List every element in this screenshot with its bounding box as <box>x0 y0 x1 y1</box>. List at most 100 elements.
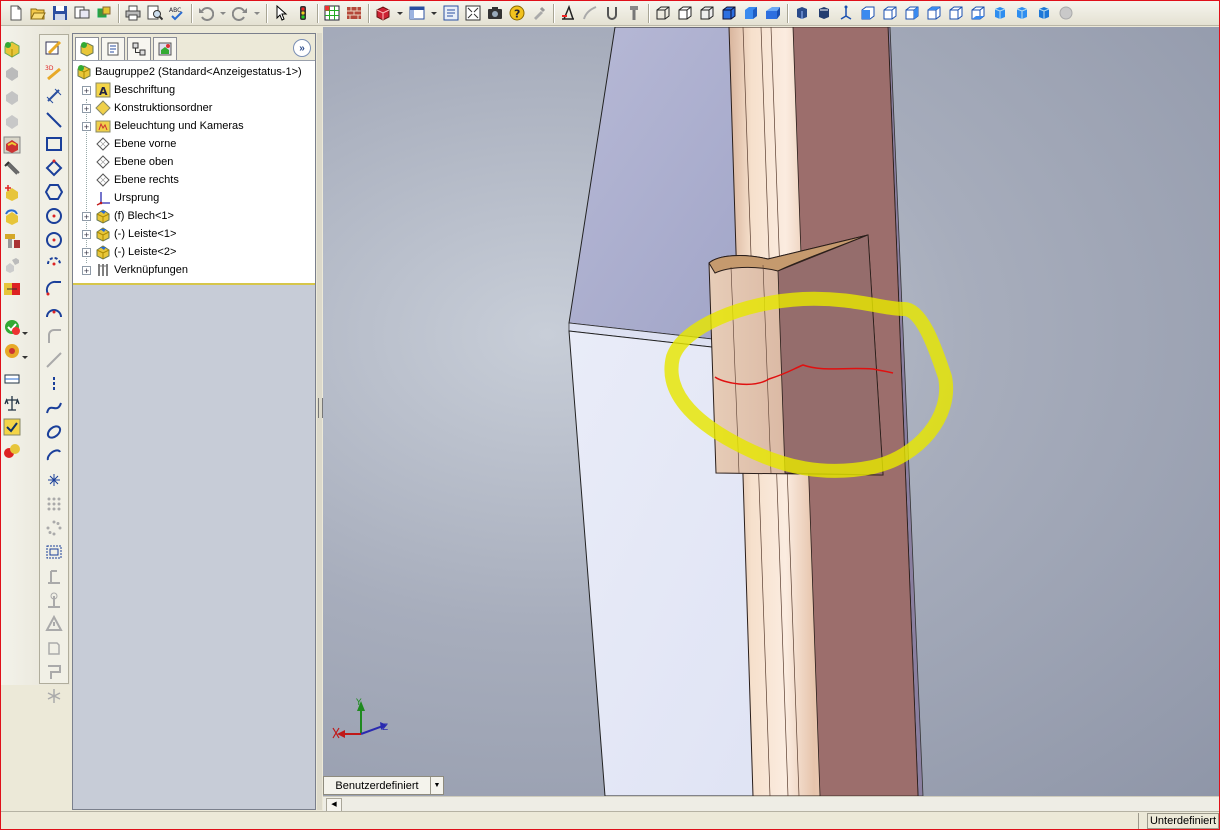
propertymanager-tab[interactable] <box>101 37 125 60</box>
view-right-icon[interactable] <box>924 3 944 23</box>
perimeter-circle-icon[interactable] <box>45 231 63 249</box>
centerpoint-arc-icon[interactable] <box>45 255 63 273</box>
view-front-icon[interactable] <box>858 3 878 23</box>
ellipse-icon[interactable] <box>45 423 63 441</box>
tree-item[interactable]: Ebene rechts <box>82 171 179 189</box>
view-cube-1-icon[interactable] <box>792 3 812 23</box>
tree-item[interactable]: + (f) Blech<1> <box>82 207 174 225</box>
interference-dropdown-icon[interactable] <box>21 324 29 342</box>
scroll-left-icon[interactable]: ◀ <box>326 798 342 812</box>
featuremanager-tab[interactable] <box>75 37 99 60</box>
view-bottom-icon[interactable] <box>968 3 988 23</box>
hide-show-icon[interactable] <box>3 64 21 82</box>
view-top-icon[interactable] <box>946 3 966 23</box>
smart-fasteners-icon[interactable] <box>3 232 21 250</box>
section-window-icon[interactable] <box>407 3 427 23</box>
change-transparency-icon[interactable] <box>3 88 21 106</box>
zoom-print-preview-icon[interactable] <box>145 3 165 23</box>
expand-toggle-icon[interactable]: + <box>82 265 91 275</box>
rebuild-icon[interactable] <box>344 3 364 23</box>
tree-item[interactable]: + Beleuchtung und Kameras <box>82 117 244 135</box>
graphics-area[interactable]: Y Z <box>323 27 1219 796</box>
assembly-features-icon[interactable] <box>3 342 21 360</box>
tree-root-item[interactable]: Baugruppe2 (Standard<Anzeigestatus-1>) <box>76 63 302 81</box>
shaded-icon[interactable] <box>741 3 761 23</box>
tool-icon[interactable] <box>529 3 549 23</box>
expand-toggle-icon[interactable]: + <box>82 103 91 113</box>
linear-pattern-icon[interactable] <box>45 495 63 513</box>
view-orientation-icon[interactable] <box>441 3 461 23</box>
options-icon[interactable] <box>94 3 114 23</box>
help-icon[interactable]: ? <box>507 3 527 23</box>
expand-toggle-icon[interactable]: + <box>82 85 91 95</box>
spline-icon[interactable] <box>45 399 63 417</box>
smart-dimension-icon[interactable] <box>45 87 63 105</box>
view-back-icon[interactable] <box>880 3 900 23</box>
3d-sketch-icon[interactable]: 3D <box>45 63 63 81</box>
expand-panel-button[interactable]: » <box>293 39 311 57</box>
redo-dropdown-icon[interactable] <box>252 3 262 23</box>
section-dropdown-icon[interactable] <box>429 3 439 23</box>
expand-toggle-icon[interactable]: + <box>82 247 91 257</box>
exploded-view-icon[interactable] <box>3 256 21 274</box>
wireframe-icon[interactable] <box>653 3 673 23</box>
tree-item[interactable]: + A Beschriftung <box>82 81 175 99</box>
select-pointer-icon[interactable] <box>271 3 291 23</box>
redo-icon[interactable] <box>230 3 250 23</box>
sketch-edit-icon[interactable] <box>45 39 63 57</box>
view-3d-icon[interactable] <box>373 3 393 23</box>
horizontal-scrollbar[interactable]: ◀ <box>323 796 1219 812</box>
measure-icon[interactable] <box>558 3 578 23</box>
view-trimetric-icon[interactable] <box>1012 3 1032 23</box>
offset-entities-icon[interactable] <box>45 543 63 561</box>
display-manager-tab[interactable] <box>153 37 177 60</box>
construction-line-icon[interactable] <box>45 375 63 393</box>
hidden-lines-icon[interactable] <box>675 3 695 23</box>
camera-icon[interactable] <box>485 3 505 23</box>
panel-splitter[interactable] <box>317 33 323 810</box>
simulation-icon[interactable] <box>3 442 21 460</box>
view-iso-icon[interactable] <box>990 3 1010 23</box>
display-relations-icon[interactable] <box>45 567 63 585</box>
edit-component-icon[interactable] <box>3 136 21 154</box>
undo-icon[interactable] <box>196 3 216 23</box>
add-relation-icon[interactable] <box>45 591 63 609</box>
expand-toggle-icon[interactable]: + <box>82 229 91 239</box>
tree-item[interactable]: Ursprung <box>82 189 159 207</box>
repair-sketch-icon[interactable] <box>45 614 63 633</box>
expand-toggle-icon[interactable]: + <box>82 121 91 131</box>
new-document-icon[interactable] <box>6 3 26 23</box>
centerline-icon[interactable] <box>45 351 63 369</box>
mirror-entities-icon[interactable] <box>45 639 63 657</box>
tree-item[interactable]: + (-) Leiste<2> <box>82 243 176 261</box>
sketch-icon[interactable] <box>580 3 600 23</box>
rotate-component-icon[interactable] <box>3 208 21 226</box>
traffic-light-icon[interactable] <box>293 3 313 23</box>
view-dropdown-arrow-icon[interactable]: ▼ <box>430 777 443 794</box>
interference-detection-icon[interactable] <box>3 318 21 336</box>
clip-dark-face[interactable] <box>777 234 884 476</box>
tree-item[interactable]: + (-) Leiste<1> <box>82 225 176 243</box>
checkbox-tool-icon[interactable] <box>3 418 21 436</box>
perspective-icon[interactable] <box>763 3 783 23</box>
tree-item[interactable]: + Konstruktionsordner <box>82 99 212 117</box>
circle-icon[interactable] <box>45 207 63 225</box>
split-entities-icon[interactable] <box>45 687 63 705</box>
change-suppression-icon[interactable] <box>3 112 21 130</box>
zoom-fit-icon[interactable] <box>463 3 483 23</box>
mate-icon[interactable] <box>3 160 21 178</box>
3-point-arc-icon[interactable] <box>45 303 63 321</box>
view-selector[interactable]: Benutzerdefiniert ▼ <box>323 776 444 795</box>
undo-dropdown-icon[interactable] <box>218 3 228 23</box>
screw-icon[interactable] <box>624 3 644 23</box>
expand-toggle-icon[interactable]: + <box>82 211 91 221</box>
parallelogram-icon[interactable] <box>45 159 63 177</box>
open-folder-icon[interactable] <box>28 3 48 23</box>
print-icon[interactable] <box>123 3 143 23</box>
move-component-icon[interactable] <box>3 184 21 202</box>
tree-item[interactable]: Ebene vorne <box>82 135 176 153</box>
print-preview-icon[interactable] <box>72 3 92 23</box>
balance-icon[interactable] <box>3 394 21 412</box>
tangent-arc-icon[interactable] <box>45 279 63 297</box>
view-dimetric-icon[interactable] <box>1034 3 1054 23</box>
